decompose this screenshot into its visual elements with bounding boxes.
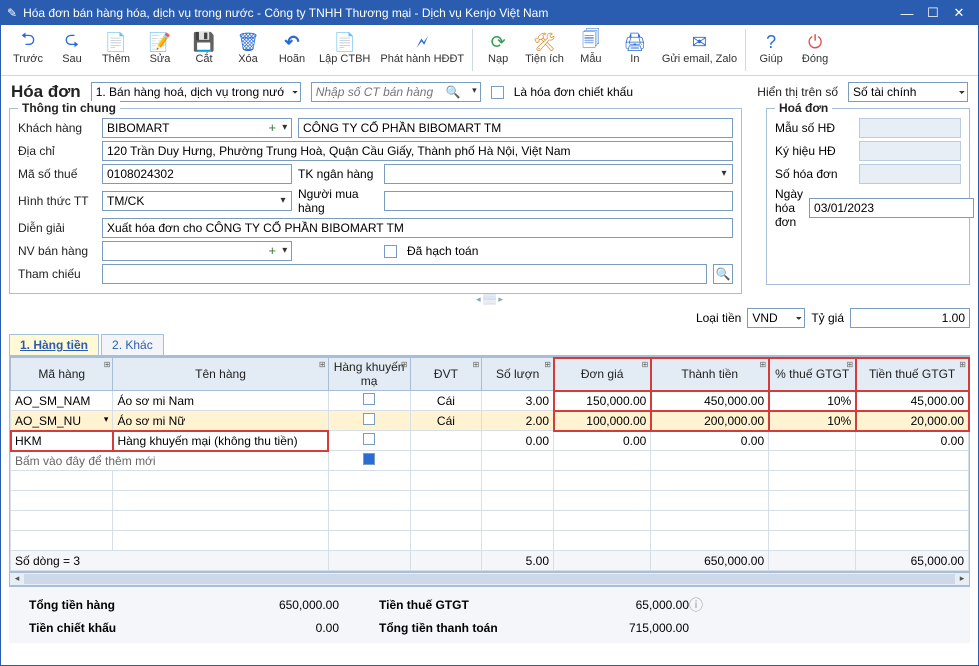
undo-button[interactable]: ↶Hoãn (271, 29, 313, 67)
add-row[interactable]: Bấm vào đây để thêm mới (11, 451, 969, 471)
ref-label: Tham chiếu (18, 267, 96, 281)
table-row[interactable]: AO_SM_NU ▾ Áo sơ mi Nữ Cái 2.00 100,000.… (11, 411, 969, 431)
page-title: Hóa đơn (11, 82, 81, 102)
tab-items[interactable]: 1. Hàng tiền (9, 334, 99, 355)
discount-checkbox[interactable]: Là hóa đơn chiết khấu (491, 85, 633, 99)
seller-label: NV bán hàng (18, 244, 96, 258)
bank-label: TK ngân hàng (298, 167, 378, 181)
pay-value: 715,000.00 (539, 621, 689, 635)
vat-label: Tiền thuế GTGT (379, 598, 539, 612)
date-input[interactable] (809, 198, 974, 218)
table-row[interactable]: HKM Hàng khuyến mại (không thu tiền) 0.0… (11, 431, 969, 451)
col-vat[interactable]: Tiền thuế GTGT⊞ (856, 358, 969, 391)
minimize-button[interactable]: — (894, 6, 920, 21)
paytype-combo[interactable]: ▾ (102, 191, 292, 211)
delete-button[interactable]: 🗑Xóa (227, 29, 269, 67)
hscrollbar[interactable]: ◂▸ (9, 572, 970, 586)
totals-footer: Tổng tiền hàng 650,000.00 Tiền thuế GTGT… (9, 586, 970, 643)
tab-other[interactable]: 2. Khác (101, 334, 164, 355)
table-row[interactable]: AO_SM_NAM Áo sơ mi Nam Cái 3.00 150,000.… (11, 391, 969, 411)
prev-button[interactable]: ⮌Trước (7, 29, 49, 67)
col-qty[interactable]: Số lượn⊞ (482, 358, 554, 391)
empty-row (11, 491, 969, 511)
col-code[interactable]: Mã hàng⊞ (11, 358, 113, 391)
no-field (859, 164, 961, 184)
empty-row (11, 511, 969, 531)
currency-select[interactable]: VND (747, 308, 805, 328)
tax-input[interactable] (102, 164, 292, 184)
currency-label: Loại tiền (696, 311, 741, 325)
book-select[interactable]: Số tài chính (848, 82, 968, 102)
hddt-button[interactable]: 🗲Phát hành HĐĐT (376, 29, 468, 67)
customer-name-input[interactable] (298, 118, 733, 138)
disc-value: 0.00 (189, 621, 339, 635)
info-icon[interactable]: ⓘ (689, 595, 729, 615)
vat-value: 65,000.00 (539, 598, 689, 612)
print-button[interactable]: 🖨In (614, 29, 656, 67)
rate-label: Tỷ giá (811, 311, 844, 325)
main-toolbar: ⮌Trước ⮎Sau 📄Thêm 📝Sửa 💾Cắt 🗑Xóa ↶Hoãn 📄… (1, 25, 978, 76)
desc-label: Diễn giải (18, 221, 96, 235)
customer-label: Khách hàng (18, 121, 96, 135)
empty-row (11, 531, 969, 551)
titlebar: ✎ Hóa đơn bán hàng hóa, dịch vụ trong nư… (1, 1, 978, 25)
total-value: 650,000.00 (189, 598, 339, 612)
splitter[interactable]: ◂ ▒▒ ▸ (1, 294, 978, 304)
empty-row (11, 471, 969, 491)
col-amount[interactable]: Thành tiền⊞ (651, 358, 769, 391)
col-name[interactable]: Tên hàng⊞ (113, 358, 328, 391)
tax-label: Mã số thuế (18, 167, 96, 181)
close-button[interactable]: ⏻Đóng (794, 29, 836, 67)
cut-button[interactable]: 💾Cắt (183, 29, 225, 67)
no-label: Số hóa đơn (775, 167, 853, 181)
edit-button[interactable]: 📝Sửa (139, 29, 181, 67)
total-label: Tổng tiền hàng (29, 598, 189, 612)
general-fieldset: Thông tin chung Khách hàng +▾ Địa chỉ Mã… (9, 108, 742, 294)
util-button[interactable]: 🛠Tiện ích (521, 29, 568, 67)
summary-row: Số dòng = 3 5.00 650,000.00 65,000.00 (11, 551, 969, 571)
posted-checkbox[interactable]: Đã hạch toán (384, 244, 478, 258)
send-button[interactable]: ✉Gửi email, Zalo (658, 29, 741, 67)
desc-input[interactable] (102, 218, 733, 238)
buyer-input[interactable] (384, 191, 733, 211)
close-window-button[interactable]: ✕ (946, 5, 972, 21)
ctbh-button[interactable]: 📄Lập CTBH (315, 29, 374, 67)
col-unit[interactable]: ĐVT⊞ (410, 358, 482, 391)
maximize-button[interactable]: ☐ (920, 5, 946, 21)
sym-field (859, 141, 961, 161)
paytype-label: Hình thức TT (18, 194, 96, 208)
window-title: Hóa đơn bán hàng hóa, dịch vụ trong nước… (23, 6, 548, 20)
buyer-label: Người mua hàng (298, 187, 378, 215)
display-on-label: Hiển thị trên số (757, 85, 838, 99)
col-promo[interactable]: Hàng khuyến mạ⊞ (328, 358, 410, 391)
invoice-type-select[interactable]: 1. Bán hàng hoá, dịch vụ trong nước (91, 82, 301, 102)
ref-input[interactable] (102, 264, 707, 284)
col-price[interactable]: Đơn giá⊞ (554, 358, 651, 391)
app-icon: ✎ (7, 6, 17, 20)
pay-label: Tổng tiền thanh toán (379, 621, 539, 635)
tpl-label: Mẫu số HĐ (775, 121, 853, 135)
disc-label: Tiền chiết khấu (29, 621, 189, 635)
help-button[interactable]: ?Giúp (750, 29, 792, 67)
col-vatpct[interactable]: % thuế GTGT⊞ (769, 358, 856, 391)
template-button[interactable]: 🗐Mẫu (570, 29, 612, 67)
next-button[interactable]: ⮎Sau (51, 29, 93, 67)
invoice-fieldset: Hoá đơn Mẫu số HĐ Ký hiệu HĐ Số hóa đơn … (766, 108, 970, 285)
seller-combo[interactable]: +▾ (102, 241, 292, 261)
address-input[interactable] (102, 141, 733, 161)
address-label: Địa chỉ (18, 144, 96, 158)
sym-label: Ký hiệu HĐ (775, 144, 853, 158)
date-label: Ngày hóa đơn (775, 187, 803, 229)
rate-input[interactable] (850, 308, 970, 328)
tpl-field (859, 118, 961, 138)
bank-combo[interactable]: ▾ (384, 164, 733, 184)
search-dropdown-icon[interactable]: ▾ (472, 85, 477, 96)
search-icon[interactable]: 🔍 (446, 85, 461, 99)
customer-combo[interactable]: +▾ (102, 118, 292, 138)
add-button[interactable]: 📄Thêm (95, 29, 137, 67)
zoom-button[interactable]: 🔍 (713, 264, 733, 284)
load-button[interactable]: ⟳Nạp (477, 29, 519, 67)
items-grid: Mã hàng⊞ Tên hàng⊞ Hàng khuyến mạ⊞ ĐVT⊞ … (9, 356, 970, 572)
